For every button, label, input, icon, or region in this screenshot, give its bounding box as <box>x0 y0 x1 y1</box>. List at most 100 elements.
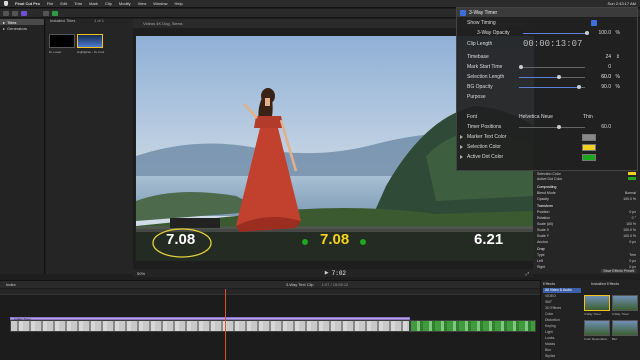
timeline-timecode: 1:07 / 15:05:12 <box>321 282 349 287</box>
effects-category-item[interactable]: Looks <box>543 336 581 341</box>
row-value[interactable]: 0 <box>608 64 611 70</box>
effects-category-item[interactable]: 360° <box>543 300 581 305</box>
row-show-timing: Show Timing <box>457 18 639 28</box>
active-dot-icon <box>360 239 366 245</box>
effect-thumbnail[interactable] <box>612 320 638 336</box>
effects-category-item[interactable]: 3D Effects <box>543 306 581 311</box>
stepper-icon[interactable]: ⇕ <box>616 54 620 60</box>
menu-help[interactable]: Help <box>175 1 183 6</box>
photos-toggle-button[interactable] <box>12 10 18 16</box>
play-icon[interactable]: ▶ <box>325 270 329 276</box>
row-label: Mark Start Time <box>467 64 503 70</box>
ins-value[interactable]: 100 % <box>626 222 636 226</box>
video-clip-secondary[interactable] <box>410 320 536 332</box>
clip-label: 8+ Lower <box>49 50 62 54</box>
effect-thumbnail[interactable] <box>584 320 610 336</box>
menu-window[interactable]: Window <box>153 1 167 6</box>
disclosure-icon[interactable] <box>460 155 463 159</box>
ins-value[interactable]: 0 px <box>629 240 636 244</box>
menu-view[interactable]: View <box>138 1 147 6</box>
ins-value[interactable]: Normal <box>625 191 636 195</box>
effects-category-item[interactable]: Masks <box>543 342 581 347</box>
effects-category-item[interactable]: Keying <box>543 324 581 329</box>
row-selection-color: Selection Color <box>457 142 639 152</box>
effects-category-item[interactable]: Distortion <box>543 318 581 323</box>
titles-toggle-button[interactable] <box>21 10 27 16</box>
row-value[interactable]: 90.0 <box>601 84 611 90</box>
ins-section[interactable]: Compositing <box>537 185 556 189</box>
selection-color-well-small[interactable] <box>628 172 636 175</box>
video-clip-primary[interactable] <box>10 320 410 332</box>
apple-icon[interactable] <box>4 1 8 6</box>
row-label: Active Dot Color <box>467 154 504 160</box>
menu-clip[interactable]: Clip <box>105 1 112 6</box>
active-dot-color-well[interactable] <box>582 153 596 161</box>
effects-category-item[interactable]: Color <box>543 312 581 317</box>
ins-value[interactable]: 0 ° <box>632 216 636 220</box>
ins-value[interactable]: 100.0 % <box>623 234 636 238</box>
opacity-slider[interactable] <box>523 31 589 35</box>
marker-color-well[interactable] <box>582 133 596 141</box>
disclosure-icon[interactable] <box>460 145 463 149</box>
clip-thumbnail[interactable] <box>49 34 75 48</box>
row-value[interactable]: 100.0 <box>598 30 611 36</box>
show-timing-checkbox[interactable] <box>591 20 597 26</box>
viewer-timecode: 7:02 <box>331 269 347 277</box>
enable-checkbox[interactable] <box>460 9 466 16</box>
row-label: 3-Way Opacity <box>477 30 510 36</box>
menu-file[interactable]: File <box>47 1 53 6</box>
row-value[interactable]: 60.0 <box>601 74 611 80</box>
viewer-zoom[interactable]: 50% <box>137 271 145 276</box>
clip-thumbnail-selected[interactable] <box>77 34 103 48</box>
library-toggle-button[interactable] <box>3 10 9 16</box>
ins-value[interactable]: 0 px <box>629 210 636 214</box>
timeline-index-button[interactable]: Index <box>6 282 16 287</box>
ins-value[interactable]: 100.0 % <box>623 197 636 201</box>
menu-app-name[interactable]: Final Cut Pro <box>15 1 40 6</box>
ins-value[interactable]: 0 px <box>629 265 636 269</box>
ins-section[interactable]: Transform <box>537 204 553 208</box>
menu-edit[interactable]: Edit <box>60 1 67 6</box>
row-mark-start-time: Mark Start Time 0 <box>457 62 639 72</box>
sidebar: ▸ Titles ▸ Generators <box>0 19 45 274</box>
ins-label: Scale X <box>537 227 550 232</box>
row-value[interactable]: 60.0 <box>601 124 611 130</box>
effects-header: Effects <box>543 281 556 286</box>
font-style-popup[interactable]: Thin <box>583 114 593 120</box>
selection-color-well[interactable] <box>582 143 596 151</box>
effect-thumbnail[interactable] <box>612 295 638 311</box>
row-marker-text-color: Marker Text Color <box>457 132 639 142</box>
disclosure-icon[interactable] <box>460 135 463 139</box>
menu-modify[interactable]: Modify <box>119 1 131 6</box>
menu-trim[interactable]: Trim <box>74 1 82 6</box>
ins-value[interactable]: 0 px <box>629 259 636 263</box>
effects-category-item[interactable]: Light <box>543 330 581 335</box>
playhead[interactable] <box>225 289 226 360</box>
sidebar-item-generators[interactable]: ▸ Generators <box>0 25 44 31</box>
ins-value[interactable]: Trim <box>629 253 636 257</box>
inspector-title-bar: 3-Way Timer <box>457 8 637 17</box>
fullscreen-icon[interactable]: ⤢ <box>526 271 529 276</box>
row-unit: % <box>615 74 620 80</box>
font-popup[interactable]: Helvetica Neue <box>519 114 553 120</box>
effects-category-item[interactable]: All Video & Audio <box>543 288 581 293</box>
ins-section[interactable]: Crop <box>537 247 545 251</box>
ins-label: Position <box>537 209 550 214</box>
effects-category-item[interactable]: Blur <box>543 348 581 353</box>
effects-category-item[interactable]: Stylize <box>543 354 581 359</box>
mark-start-slider[interactable] <box>519 65 585 69</box>
effects-category-item[interactable]: VIDEO <box>543 294 581 299</box>
selection-length-slider[interactable] <box>519 75 585 79</box>
timer-positions-slider[interactable] <box>519 125 585 129</box>
ins-value[interactable]: 100.0 % <box>623 228 636 232</box>
effect-thumbnail[interactable] <box>584 295 610 311</box>
save-effects-preset-button[interactable]: Save Effects Preset <box>601 269 636 273</box>
active-dot-color-well-small[interactable] <box>628 177 636 180</box>
row-purpose: Purpose <box>457 92 639 102</box>
menu-mark[interactable]: Mark <box>89 1 98 6</box>
import-button[interactable] <box>43 10 49 16</box>
keyword-button[interactable] <box>52 10 58 16</box>
timeline-ruler[interactable] <box>0 289 540 295</box>
bg-opacity-slider[interactable] <box>519 85 585 89</box>
row-value[interactable]: 24 <box>605 54 611 60</box>
